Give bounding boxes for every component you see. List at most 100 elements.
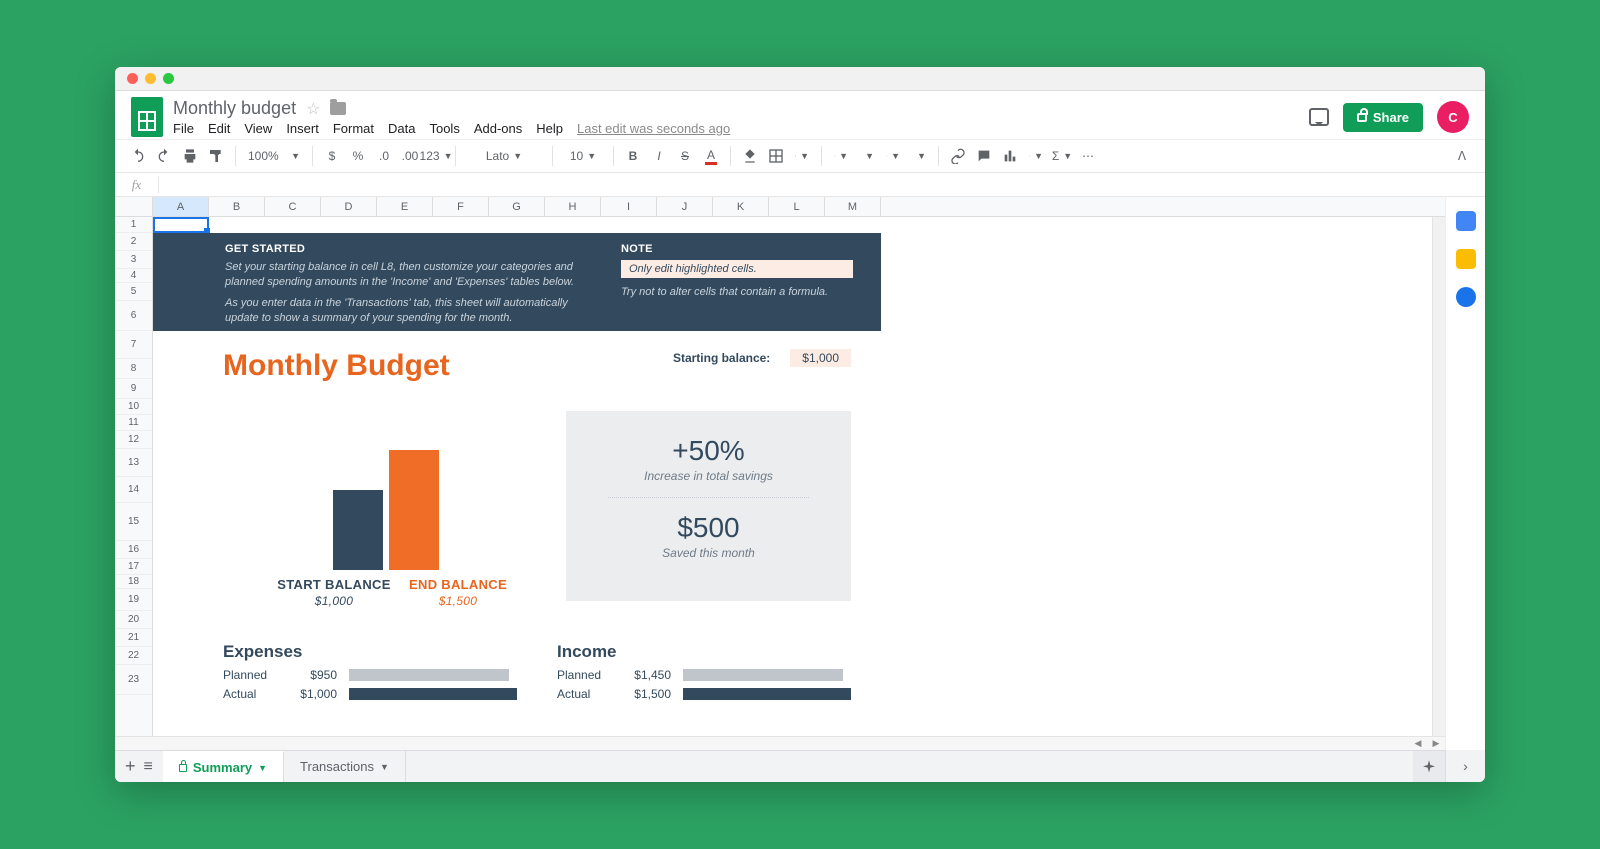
side-panel-toggle[interactable]: › <box>1445 750 1485 782</box>
font-select[interactable]: Lato▼ <box>464 145 544 167</box>
row-header-19[interactable]: 19 <box>115 589 152 611</box>
tab-transactions[interactable]: Transactions ▼ <box>284 751 406 782</box>
row-header-4[interactable]: 4 <box>115 269 152 283</box>
bold-icon[interactable]: B <box>622 145 644 167</box>
select-all-corner[interactable] <box>115 197 153 216</box>
star-icon[interactable]: ☆ <box>306 99 320 119</box>
menu-view[interactable]: View <box>244 121 272 136</box>
row-header-20[interactable]: 20 <box>115 611 152 629</box>
column-header-C[interactable]: C <box>265 197 321 216</box>
column-header-F[interactable]: F <box>433 197 489 216</box>
comments-icon[interactable] <box>1309 108 1329 126</box>
increase-decimal-icon[interactable]: .00 <box>399 145 421 167</box>
strike-icon[interactable]: S <box>674 145 696 167</box>
row-header-10[interactable]: 10 <box>115 399 152 415</box>
formula-input[interactable] <box>159 173 1485 196</box>
comment-icon[interactable] <box>973 145 995 167</box>
collapse-toolbar-icon[interactable]: ᐱ <box>1451 145 1473 167</box>
menu-help[interactable]: Help <box>536 121 563 136</box>
calendar-addon-icon[interactable] <box>1456 211 1476 231</box>
h-align-icon[interactable]: ▼ <box>830 145 852 167</box>
row-header-1[interactable]: 1 <box>115 217 152 233</box>
column-header-J[interactable]: J <box>657 197 713 216</box>
column-header-L[interactable]: L <box>769 197 825 216</box>
account-avatar[interactable]: C <box>1437 101 1469 133</box>
font-size-select[interactable]: 10▼ <box>561 145 605 167</box>
menu-addons[interactable]: Add-ons <box>474 121 522 136</box>
vertical-scrollbar[interactable] <box>1432 217 1445 736</box>
row-header-3[interactable]: 3 <box>115 251 152 269</box>
add-sheet-button[interactable]: + <box>125 756 136 777</box>
fill-color-icon[interactable] <box>739 145 761 167</box>
menu-data[interactable]: Data <box>388 121 415 136</box>
column-header-H[interactable]: H <box>545 197 601 216</box>
row-header-6[interactable]: 6 <box>115 301 152 331</box>
column-header-G[interactable]: G <box>489 197 545 216</box>
currency-icon[interactable]: $ <box>321 145 343 167</box>
close-window-button[interactable] <box>127 73 138 84</box>
all-sheets-button[interactable]: ≡ <box>144 758 153 776</box>
merge-icon[interactable]: ▼ <box>791 145 813 167</box>
text-color-icon[interactable]: A <box>700 145 722 167</box>
row-header-8[interactable]: 8 <box>115 359 152 379</box>
menu-insert[interactable]: Insert <box>286 121 319 136</box>
row-header-23[interactable]: 23 <box>115 665 152 695</box>
tasks-addon-icon[interactable] <box>1456 287 1476 307</box>
zoom-select[interactable]: 100%▼ <box>244 145 304 167</box>
last-edit-link[interactable]: Last edit was seconds ago <box>577 121 730 136</box>
tab-summary[interactable]: Summary ▼ <box>163 751 284 782</box>
filter-icon[interactable]: ▼ <box>1025 145 1047 167</box>
row-header-12[interactable]: 12 <box>115 431 152 449</box>
wrap-icon[interactable]: ▼ <box>882 145 904 167</box>
link-icon[interactable] <box>947 145 969 167</box>
sheet-nav-arrows[interactable]: ◀▶ <box>1409 737 1445 750</box>
paint-format-icon[interactable] <box>205 145 227 167</box>
minimize-window-button[interactable] <box>145 73 156 84</box>
functions-icon[interactable]: Σ▼ <box>1051 145 1073 167</box>
column-header-E[interactable]: E <box>377 197 433 216</box>
print-icon[interactable] <box>179 145 201 167</box>
row-header-16[interactable]: 16 <box>115 541 152 559</box>
row-header-22[interactable]: 22 <box>115 647 152 665</box>
starting-balance-value[interactable]: $1,000 <box>790 349 851 367</box>
menu-edit[interactable]: Edit <box>208 121 230 136</box>
explore-button[interactable] <box>1413 751 1445 782</box>
row-header-17[interactable]: 17 <box>115 559 152 575</box>
row-header-15[interactable]: 15 <box>115 503 152 541</box>
maximize-window-button[interactable] <box>163 73 174 84</box>
decrease-decimal-icon[interactable]: .0 <box>373 145 395 167</box>
row-header-5[interactable]: 5 <box>115 283 152 301</box>
undo-icon[interactable] <box>127 145 149 167</box>
redo-icon[interactable] <box>153 145 175 167</box>
more-formats-select[interactable]: 123▼ <box>425 145 447 167</box>
column-header-I[interactable]: I <box>601 197 657 216</box>
v-align-icon[interactable]: ▼ <box>856 145 878 167</box>
row-header-7[interactable]: 7 <box>115 331 152 359</box>
row-header-2[interactable]: 2 <box>115 233 152 251</box>
row-header-14[interactable]: 14 <box>115 477 152 503</box>
move-folder-icon[interactable] <box>330 102 346 115</box>
active-cell-A1[interactable] <box>153 217 209 233</box>
row-header-21[interactable]: 21 <box>115 629 152 647</box>
rotate-icon[interactable]: ▼ <box>908 145 930 167</box>
percent-icon[interactable]: % <box>347 145 369 167</box>
column-header-A[interactable]: A <box>153 197 209 216</box>
menu-tools[interactable]: Tools <box>429 121 459 136</box>
column-header-K[interactable]: K <box>713 197 769 216</box>
row-header-11[interactable]: 11 <box>115 415 152 431</box>
more-icon[interactable]: ⋯ <box>1077 145 1099 167</box>
sheet-canvas[interactable]: GET STARTED Set your starting balance in… <box>153 217 1432 736</box>
document-title[interactable]: Monthly budget <box>173 98 296 119</box>
sheets-logo-icon[interactable] <box>131 97 163 137</box>
menu-format[interactable]: Format <box>333 121 374 136</box>
keep-addon-icon[interactable] <box>1456 249 1476 269</box>
row-header-13[interactable]: 13 <box>115 449 152 477</box>
row-header-18[interactable]: 18 <box>115 575 152 589</box>
borders-icon[interactable] <box>765 145 787 167</box>
horizontal-scrollbar[interactable]: ◀▶ <box>115 736 1445 750</box>
row-header-9[interactable]: 9 <box>115 379 152 399</box>
column-header-B[interactable]: B <box>209 197 265 216</box>
chart-icon[interactable] <box>999 145 1021 167</box>
italic-icon[interactable]: I <box>648 145 670 167</box>
column-header-M[interactable]: M <box>825 197 881 216</box>
